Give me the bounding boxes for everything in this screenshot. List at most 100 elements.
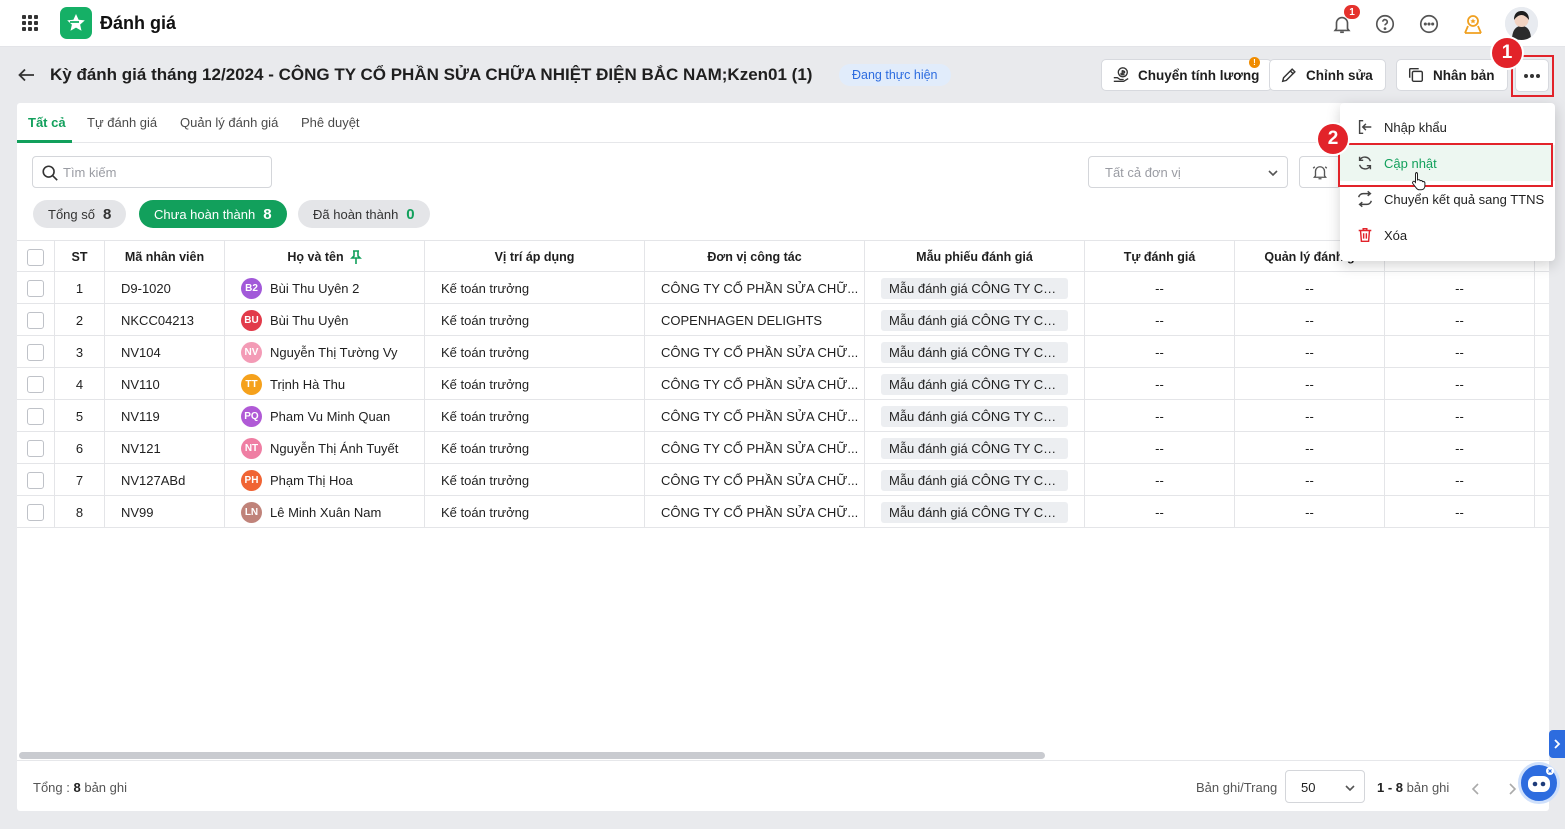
employee-name: Pham Vu Minh Quan [270,408,391,424]
total-chip-label: Tổng số [48,206,95,222]
pin-icon[interactable] [349,250,362,264]
app-grid-icon[interactable] [22,15,39,32]
per-page-select[interactable]: 50 [1285,770,1365,803]
table-row[interactable]: 4 NV110 TT Trịnh Hà Thu Kế toán trưởng CÔNG T… [17,368,1549,400]
tab-approval[interactable]: Phê duyệt [301,115,360,130]
cell-unit-value: COPENHAGEN DELIGHTS [661,312,823,328]
template-tag[interactable]: Mẫu đánh giá CÔNG TY CỔ ... [881,341,1068,363]
cell-approval: -- [1385,464,1535,496]
menu-item-delete[interactable]: Xóa [1340,217,1555,253]
help-icon[interactable] [1373,12,1397,36]
done-chip-count: 0 [406,205,415,223]
cell-manager-review: -- [1235,432,1385,464]
chat-icon[interactable] [1417,12,1441,36]
cell-unit-value: CÔNG TY CỔ PHẦN SỬA CHỮ... [661,376,859,392]
unit-select[interactable]: Tất cả đơn vị [1088,156,1288,188]
employee-name: Phạm Thị Hoa [270,472,353,488]
menu-item-import[interactable]: Nhập khẩu [1340,109,1555,145]
user-avatar[interactable] [1505,7,1538,40]
cell-position-value: Kế toán trưởng [441,344,530,360]
row-checkbox[interactable] [27,471,44,489]
cell-approval: -- [1385,368,1535,400]
row-checkbox[interactable] [27,439,44,457]
cell-unit-value: CÔNG TY CỔ PHẦN SỬA CHỮ... [661,408,859,424]
tab-all[interactable]: Tất cả [28,115,66,130]
cell-full-name: BU Bùi Thu Uyên [225,304,425,336]
cell-full-name: LN Lê Minh Xuân Nam [225,496,425,528]
select-all-checkbox[interactable] [27,248,44,266]
row-checkbox[interactable] [27,343,44,361]
cell-employee-code-value: NV110 [121,376,160,392]
back-arrow-icon[interactable] [17,65,37,85]
cell-position-value: Kế toán trưởng [441,504,530,520]
pending-chip-count: 8 [263,205,272,223]
table-row[interactable]: 3 NV104 NV Nguyễn Thị Tường Vy Kế toán trưởn… [17,336,1549,368]
cell-stt-value: 2 [75,312,84,328]
cell-self-review: -- [1085,400,1235,432]
duplicate-button[interactable]: Nhân bản [1396,59,1508,91]
cell-employee-code-value: NV127ABd [121,472,186,488]
row-select-cell [17,464,55,496]
award-icon[interactable] [1461,12,1485,36]
side-expand-button[interactable] [1549,730,1565,758]
total-chip[interactable]: Tổng số 8 [33,200,127,228]
cell-self-review: -- [1085,304,1235,336]
cell-approval: -- [1385,400,1535,432]
cell-employee-code: NV119 [105,400,225,432]
cell-employee-code-value: NV104 [121,344,161,360]
cell-approval-value: -- [1455,408,1464,424]
tab-self-review[interactable]: Tự đánh giá [87,115,157,130]
table-row[interactable]: 7 NV127ABd PH Phạm Thị Hoa Kế toán trưởng CÔN… [17,464,1549,496]
total-records-count: 8 [73,780,81,795]
cell-manager-review: -- [1235,400,1385,432]
table-row[interactable]: 2 NKCC04213 BU Bùi Thu Uyên Kế toán trưởng CO… [17,304,1549,336]
table-row[interactable]: 8 NV99 LN Lê Minh Xuân Nam Kế toán trưởng CÔN… [17,496,1549,528]
tab-manager-review[interactable]: Quản lý đánh giá [180,115,278,130]
assistant-bot-icon[interactable] [1518,762,1560,804]
template-tag[interactable]: Mẫu đánh giá CÔNG TY CỔ ... [881,277,1068,299]
template-tag[interactable]: Mẫu đánh giá CÔNG TY CỔ ... [881,469,1068,491]
template-tag[interactable]: Mẫu đánh giá CÔNG TY CỔ ... [881,373,1068,395]
table-row[interactable]: 1 D9-1020 B2 Bùi Thu Uyên 2 Kế toán trưởng CÔ… [17,272,1549,304]
table-header-row: ST Mã nhân viên Họ và tên Vị trí áp dụng… [17,240,1549,273]
page-range-suffix: bản ghi [1406,780,1450,795]
reminder-button[interactable] [1299,156,1341,188]
transfer-salary-button[interactable]: Chuyển tính lương [1101,59,1273,91]
prev-page-icon[interactable] [1471,783,1481,795]
template-tag[interactable]: Mẫu đánh giá CÔNG TY CỔ ... [881,309,1068,331]
row-checkbox[interactable] [27,503,44,521]
header-select-cell [17,241,55,273]
cell-unit-value: CÔNG TY CỔ PHẦN SỬA CHỮ... [661,344,859,360]
cell-unit-value: CÔNG TY CỔ PHẦN SỬA CHỮ... [661,504,859,520]
horizontal-scrollbar[interactable] [19,752,1045,759]
cell-stt: 4 [55,368,105,400]
table-row[interactable]: 5 NV119 PQ Pham Vu Minh Quan Kế toán trưởng C… [17,400,1549,432]
edit-button[interactable]: Chỉnh sửa [1269,59,1386,91]
cell-unit: COPENHAGEN DELIGHTS [645,304,865,336]
cell-position-value: Kế toán trưởng [441,312,530,328]
pending-chip[interactable]: Chưa hoàn thành 8 [139,200,287,228]
employee-name: Nguyễn Thị Ánh Tuyết [270,440,399,456]
template-tag[interactable]: Mẫu đánh giá CÔNG TY CỔ ... [881,405,1068,427]
transfer-icon [1357,190,1373,208]
search-input[interactable]: Tìm kiếm [32,156,272,188]
done-chip[interactable]: Đã hoàn thành 0 [298,200,430,228]
template-tag[interactable]: Mẫu đánh giá CÔNG TY CỔ ... [881,437,1068,459]
table-row[interactable]: 6 NV121 NT Nguyễn Thị Ánh Tuyết Kế toán trưở… [17,432,1549,464]
next-page-icon[interactable] [1507,783,1517,795]
cell-self-review: -- [1085,368,1235,400]
search-placeholder: Tìm kiếm [63,165,117,180]
row-checkbox[interactable] [27,311,44,329]
cell-manager-review: -- [1235,304,1385,336]
row-checkbox[interactable] [27,407,44,425]
row-checkbox[interactable] [27,279,44,297]
row-checkbox[interactable] [27,375,44,393]
cell-stt-value: 5 [75,408,84,424]
cell-self-review-value: -- [1155,440,1164,456]
menu-item-import-label: Nhập khẩu [1384,119,1447,135]
cell-employee-code-value: NV119 [121,408,160,424]
employee-avatar: NV [241,341,262,363]
cell-position-value: Kế toán trưởng [441,376,530,392]
template-tag[interactable]: Mẫu đánh giá CÔNG TY CỔ ... [881,501,1068,523]
cell-employee-code: NV110 [105,368,225,400]
